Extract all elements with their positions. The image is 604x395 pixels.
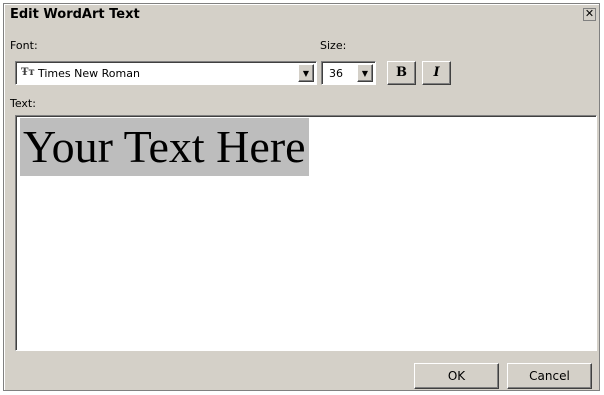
chevron-down-icon[interactable]: ▼: [298, 64, 314, 82]
text-label: Text:: [10, 97, 36, 110]
truetype-icon: Ŧт: [21, 67, 35, 78]
title-bar: Edit WordArt Text ✕: [5, 5, 598, 25]
ok-button[interactable]: OK: [414, 363, 499, 389]
size-value: 36: [329, 67, 343, 80]
font-value: Times New Roman: [38, 67, 140, 80]
bold-button[interactable]: B: [387, 61, 416, 85]
text-editor[interactable]: Your Text Here: [15, 115, 597, 351]
close-icon[interactable]: ✕: [583, 8, 596, 21]
dialog-title: Edit WordArt Text: [10, 7, 140, 22]
size-dropdown[interactable]: 36 ▼: [321, 61, 376, 85]
wordart-text: Your Text Here: [20, 118, 309, 177]
size-label: Size:: [320, 39, 347, 52]
chevron-down-icon[interactable]: ▼: [357, 64, 373, 82]
font-dropdown[interactable]: Ŧт Times New Roman ▼: [15, 61, 317, 85]
cancel-button[interactable]: Cancel: [507, 363, 592, 389]
font-label: Font:: [10, 39, 38, 52]
edit-wordart-dialog: Edit WordArt Text ✕ Font: Size: Ŧт Times…: [3, 3, 600, 391]
italic-button[interactable]: I: [422, 61, 451, 85]
